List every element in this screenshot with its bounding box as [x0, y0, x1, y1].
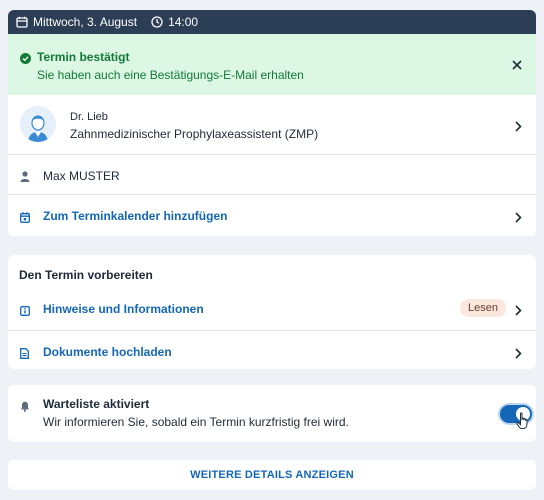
confirmation-text: Sie haben auch eine Bestätigungs-E-Mail … — [37, 68, 304, 82]
close-icon[interactable] — [512, 57, 522, 75]
info-row[interactable]: Hinweise und Informationen Lesen — [8, 288, 536, 331]
waitlist-card: Warteliste aktiviert Wir informieren Sie… — [8, 385, 536, 442]
doctor-row[interactable]: Dr. Lieb Zahnmedizinischer Prophylaxeass… — [8, 95, 536, 154]
waitlist-text: Wir informieren Sie, sobald ein Termin k… — [43, 415, 349, 429]
time-label: 14:00 — [168, 15, 199, 29]
chevron-right-icon — [515, 119, 522, 137]
doctor-avatar — [20, 106, 56, 142]
document-icon — [20, 346, 29, 364]
add-to-calendar-label: Zum Terminkalender hinzufügen — [43, 209, 228, 223]
hand-pointer-icon — [516, 412, 530, 435]
bell-icon — [20, 399, 30, 417]
doctor-name: Dr. Lieb — [70, 111, 108, 123]
confirmation-banner: Termin bestätigt Sie haben auch eine Bes… — [8, 34, 536, 95]
prepare-title: Den Termin vorbereiten — [19, 268, 153, 282]
appointment-date: Mittwoch, 3. August — [16, 15, 137, 29]
appointment-time: 14:00 — [151, 15, 198, 29]
clock-icon — [151, 16, 163, 28]
patient-name: Max MUSTER — [43, 169, 120, 183]
upload-documents-row[interactable]: Dokumente hochladen — [8, 331, 536, 369]
chevron-right-icon — [515, 346, 522, 364]
appointment-card: Mittwoch, 3. August 14:00 Termin bestäti… — [8, 10, 536, 236]
waitlist-title: Warteliste aktiviert — [43, 397, 150, 411]
more-details-button[interactable]: WEITERE DETAILS ANZEIGEN — [8, 460, 536, 490]
person-icon — [20, 169, 30, 187]
appointment-header: Mittwoch, 3. August 14:00 — [8, 10, 536, 34]
more-details-label: WEITERE DETAILS ANZEIGEN — [190, 469, 354, 481]
prepare-card: Den Termin vorbereiten Hinweise und Info… — [8, 255, 536, 369]
calendar-icon — [16, 16, 28, 28]
read-badge: Lesen — [460, 299, 506, 317]
chevron-right-icon — [515, 303, 522, 321]
check-circle-icon — [20, 51, 31, 69]
info-label: Hinweise und Informationen — [43, 302, 204, 316]
calendar-add-icon — [20, 210, 30, 228]
confirmation-title: Termin bestätigt — [37, 50, 130, 64]
chevron-right-icon — [515, 210, 522, 228]
add-to-calendar-row[interactable]: Zum Terminkalender hinzufügen — [8, 194, 536, 236]
patient-row: Max MUSTER — [8, 154, 536, 194]
info-icon — [20, 303, 30, 321]
doctor-role: Zahnmedizinischer Prophylaxeassistent (Z… — [70, 127, 319, 141]
date-label: Mittwoch, 3. August — [33, 15, 138, 29]
upload-documents-label: Dokumente hochladen — [43, 345, 172, 359]
